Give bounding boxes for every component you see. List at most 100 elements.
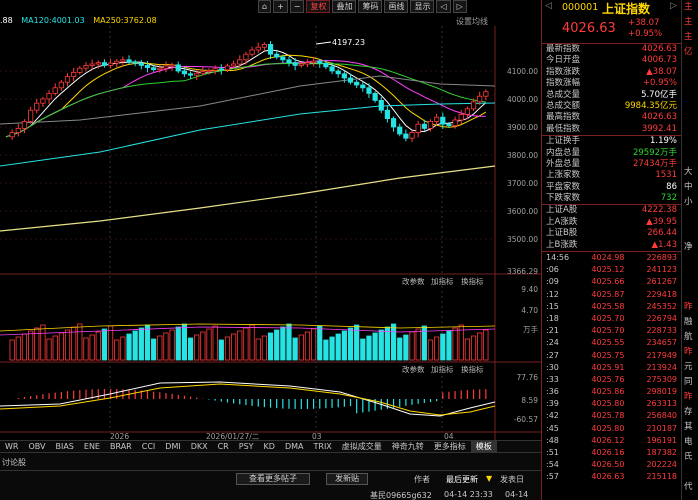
vol-bar [107, 325, 114, 361]
indicator-tab[interactable]: CCI [137, 441, 161, 452]
indicator-tab[interactable]: PSY [234, 441, 259, 452]
indicator-tab[interactable]: DMA [280, 441, 309, 452]
candle-body [157, 67, 163, 71]
stat-row: 上证A股 4222.38 [542, 205, 681, 216]
tick-price: 4025.55 [591, 338, 625, 348]
candle-body [267, 43, 274, 55]
toolbar-button-4[interactable]: 叠加 [332, 0, 357, 13]
stat-value: 4222.38 [641, 205, 677, 216]
side-strip: 主主主亿大中小净昨融航昨元同昨存其电氏代 [681, 0, 698, 500]
vol-bar [310, 328, 317, 361]
vol-bar [224, 336, 231, 361]
candle-body [138, 62, 144, 66]
side-label: 昨 [684, 302, 693, 312]
vol-bar [151, 338, 157, 361]
tick-volume: 234657 [646, 338, 677, 348]
vol-bar [58, 332, 64, 361]
stat-row: 总成交量 5.70亿手 [542, 90, 681, 101]
indicator-tab[interactable]: BRAR [105, 441, 137, 452]
indicator-tab[interactable]: DKX [186, 441, 213, 452]
tick-time: :39 [546, 399, 559, 409]
toolbar-button-9[interactable]: ▷ [452, 0, 467, 13]
tick-volume: 226893 [646, 253, 677, 263]
post-user[interactable]: 基民09665g632 [370, 490, 432, 500]
new-post-button[interactable]: 发新贴 [326, 473, 368, 485]
side-label: 氏 [684, 452, 693, 462]
indicator-tab[interactable]: ENE [79, 441, 105, 452]
candle-body [218, 68, 224, 71]
posted-col[interactable]: 发表日 [500, 474, 524, 485]
indicator-tab[interactable]: 神奇九转 [387, 441, 429, 452]
vol-bar [77, 323, 83, 361]
vol-bar [317, 325, 323, 361]
stat-value: 29592万手 [632, 147, 677, 158]
candle-body [477, 95, 483, 103]
indicator-tab[interactable]: 更多指标 [429, 441, 471, 452]
candle-body [151, 67, 157, 70]
stat-label: 内盘总量 [546, 147, 581, 158]
vol-bar [21, 333, 28, 361]
price-tick: 3900.00 [507, 123, 538, 132]
toolbar-button-6[interactable]: 画线 [384, 0, 409, 13]
tick-price: 4025.76 [591, 374, 625, 384]
indicator-tab[interactable]: 虚拟成交量 [337, 441, 387, 452]
candle-body [194, 72, 200, 76]
toolbar-button-1[interactable]: + [273, 0, 288, 13]
candle-body [274, 53, 280, 58]
toolbar-button-8[interactable]: ◁ [436, 0, 451, 13]
candle-body [249, 49, 255, 55]
side-label [682, 75, 698, 90]
vol-bar [286, 323, 292, 361]
price-tick: 3800.00 [507, 151, 538, 160]
price-tick: 3600.00 [507, 207, 538, 216]
toolbar-button-0[interactable]: ⌂ [258, 0, 272, 13]
vol-bar [120, 336, 126, 361]
forum-label: 讨论股 [2, 458, 26, 467]
candle-body [169, 64, 175, 67]
tick-time: :27 [546, 350, 559, 360]
author-col[interactable]: 作者 [414, 474, 430, 485]
back-icon[interactable]: ◁ [545, 1, 552, 11]
vol-bar [292, 337, 298, 361]
indicator-tab[interactable]: KD [259, 441, 280, 452]
candle-body [58, 81, 64, 89]
indicator-tab[interactable]: 模板 [470, 441, 497, 452]
vol-bar [483, 329, 489, 361]
vol-bar [360, 338, 366, 361]
stat-label: 上B涨跌 [546, 239, 578, 250]
stat-row: 最新指数 4026.63 [542, 44, 681, 55]
candle-body [304, 62, 311, 65]
toolbar-button-7[interactable]: 显示 [410, 0, 435, 13]
stat-row: 上B涨跌 ▲1.43 [542, 240, 681, 251]
tick-volume: 263313 [646, 399, 677, 409]
vol-bar [40, 324, 46, 361]
toolbar-button-3[interactable]: 复权 [306, 0, 331, 13]
tick-row: :21 4025.70 228733 [542, 325, 681, 337]
toolbar-button-2[interactable]: − [289, 0, 305, 13]
toolbar-button-5[interactable]: 筹码 [358, 0, 383, 13]
vol-bar [163, 332, 169, 361]
more-posts-button[interactable]: 查看更多帖子 [236, 473, 310, 485]
indicator-tab[interactable]: BIAS [50, 441, 78, 452]
indicator-tab[interactable]: WR [0, 441, 23, 452]
tick-price: 4025.91 [591, 362, 625, 372]
ma-line [5, 63, 486, 138]
tick-price: 4025.58 [591, 301, 625, 311]
candle-body [114, 60, 120, 64]
latest-col[interactable]: 最后更新 [446, 474, 478, 485]
vol-bar [409, 331, 415, 361]
indicator-tab[interactable]: OBV [23, 441, 50, 452]
indicator-tab[interactable]: DMI [160, 441, 185, 452]
indicator-tab[interactable]: TRIX [309, 441, 337, 452]
forward-icon[interactable]: ▷ [670, 1, 677, 11]
stat-row: 下跌家数 732 [542, 193, 681, 204]
tick-volume: 202224 [646, 460, 677, 470]
stat-label: 上A涨跌 [546, 216, 578, 227]
tick-volume: 215118 [646, 472, 677, 482]
tick-volume: 187382 [646, 448, 677, 458]
vol-bar [274, 329, 280, 361]
vol-bar [280, 326, 286, 361]
sort-icon[interactable]: ▼ [486, 474, 492, 483]
kline-chart[interactable]: 4100.00 4000.00 3900.00 3800.00 3700.00 3600.… [0, 26, 541, 440]
indicator-tab[interactable]: CR [213, 441, 234, 452]
